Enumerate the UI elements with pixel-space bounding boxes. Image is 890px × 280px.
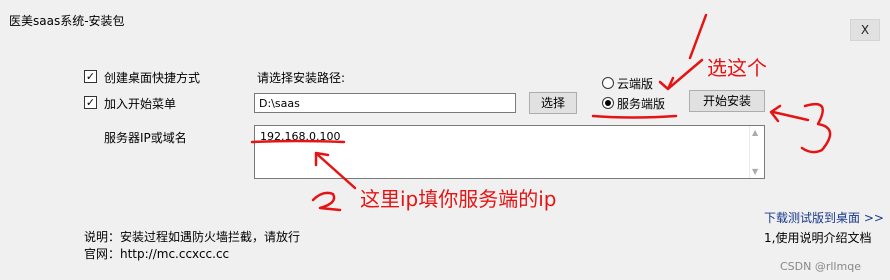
annotation-number-2-stroke bbox=[311, 191, 342, 212]
annotation-number-3-stroke bbox=[800, 102, 832, 154]
annotation-arrow-to-install bbox=[771, 110, 810, 122]
annotation-number-1-stroke bbox=[688, 13, 708, 60]
annotation-underline-server bbox=[591, 114, 678, 119]
annotation-arrow-to-ip bbox=[316, 153, 357, 190]
annotation-underline-ip bbox=[250, 139, 346, 144]
annotation-strokes bbox=[250, 13, 832, 212]
annotation-arrow-to-radio bbox=[667, 58, 704, 90]
